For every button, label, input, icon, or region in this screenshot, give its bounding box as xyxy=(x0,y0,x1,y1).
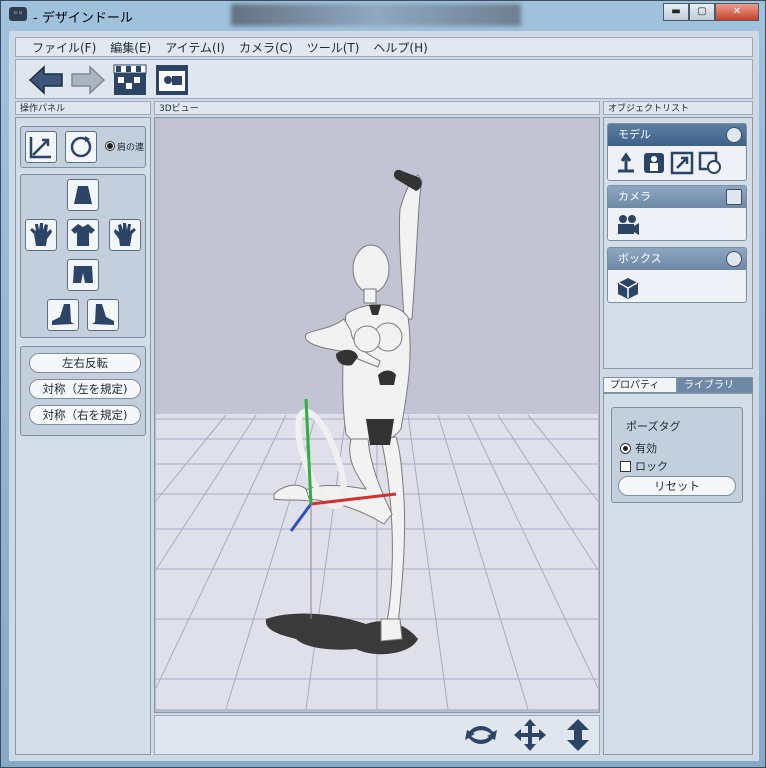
window-title: - デザインドール xyxy=(33,11,133,26)
undo-arrow-icon[interactable] xyxy=(28,63,64,97)
operation-panel: 肩の連 左右反転 対称（左を規定) 対称（右を規定) xyxy=(15,117,151,755)
object-model[interactable]: モデル xyxy=(607,123,747,181)
toolbar xyxy=(15,59,753,99)
skirt-icon[interactable] xyxy=(67,179,99,211)
object-list-title: オブジェクトリスト xyxy=(603,101,753,115)
mirror-right-button[interactable]: 対称（右を規定) xyxy=(29,405,141,425)
right-shoe-icon[interactable] xyxy=(87,299,119,331)
menu-edit[interactable]: 編集(E) xyxy=(110,39,151,56)
object-model-label: モデル xyxy=(618,128,651,141)
menu-help[interactable]: ヘルプ(H) xyxy=(373,39,427,56)
rotate-icon[interactable] xyxy=(463,720,499,754)
lock-label: ロック xyxy=(635,460,668,473)
title-bar-blur xyxy=(231,4,521,26)
viewport-toolbar xyxy=(154,715,600,755)
client-area: ファイル(F) 編集(E) アイテム(I) カメラ(C) ツール(T) ヘルプ(… xyxy=(9,31,759,761)
flip-button[interactable]: 左右反転 xyxy=(29,353,141,373)
pose-tag-group: ポーズタグ 有効 ロック リセット xyxy=(611,407,743,503)
box-visibility-icon[interactable] xyxy=(726,251,742,267)
title-bar: ◦◦ - デザインドール ▬ ▢ ✕ xyxy=(1,1,765,29)
app-window: ◦◦ - デザインドール ▬ ▢ ✕ ファイル(F) 編集(E) アイテム(I)… xyxy=(0,0,766,768)
scale-icon[interactable] xyxy=(670,151,694,175)
redo-arrow-icon[interactable] xyxy=(70,63,106,97)
left-panel-title: 操作パネル xyxy=(15,101,151,115)
object-box-label: ボックス xyxy=(618,252,662,265)
object-camera[interactable]: カメラ xyxy=(607,185,747,241)
tab-properties[interactable]: プロパティ xyxy=(603,377,677,393)
cube-icon[interactable] xyxy=(616,276,640,304)
scene-svg xyxy=(156,169,598,709)
mirror-left-button[interactable]: 対称（左を規定) xyxy=(29,379,141,399)
enabled-label: 有効 xyxy=(635,442,657,455)
body-icon[interactable] xyxy=(642,151,666,175)
doll-figure xyxy=(273,174,423,642)
mode-group: 肩の連 xyxy=(20,126,146,168)
viewport-title: 3Dビュー xyxy=(154,101,600,115)
menu-item[interactable]: アイテム(I) xyxy=(165,39,225,56)
maximize-button[interactable]: ▢ xyxy=(689,3,715,21)
camera-toggle-icon[interactable] xyxy=(726,189,742,205)
doll-icon: ◦◦ xyxy=(9,7,27,21)
camera-film-icon[interactable] xyxy=(154,63,190,97)
move-icon[interactable] xyxy=(513,718,547,756)
right-hand-icon[interactable] xyxy=(109,219,141,251)
menu-camera[interactable]: カメラ(C) xyxy=(239,39,293,56)
shirt-icon[interactable] xyxy=(67,219,99,251)
body-part-group xyxy=(20,174,146,338)
pose-tag-title: ポーズタグ xyxy=(626,420,681,433)
minimize-button[interactable]: ▬ xyxy=(663,3,689,21)
lock-checkbox[interactable]: ロック xyxy=(620,458,668,474)
menu-tools[interactable]: ツール(T) xyxy=(307,39,360,56)
video-camera-icon[interactable] xyxy=(616,214,640,240)
object-camera-label: カメラ xyxy=(618,190,651,203)
symmetry-group: 左右反転 対称（左を規定) 対称（右を規定) xyxy=(20,346,146,436)
close-button[interactable]: ✕ xyxy=(715,3,759,21)
tab-library[interactable]: ライブラリ xyxy=(677,377,753,393)
clapper-film-icon[interactable] xyxy=(112,63,148,97)
z-axis-handle[interactable] xyxy=(289,503,313,532)
3d-viewport[interactable] xyxy=(156,119,598,709)
left-hand-icon[interactable] xyxy=(25,219,57,251)
enabled-radio[interactable]: 有効 xyxy=(620,440,657,456)
reset-button[interactable]: リセット xyxy=(618,476,736,496)
object-box[interactable]: ボックス xyxy=(607,247,747,303)
menu-file[interactable]: ファイル(F) xyxy=(32,39,96,56)
axis-icon[interactable] xyxy=(25,131,57,163)
shorts-icon[interactable] xyxy=(67,259,99,291)
floor-grid xyxy=(156,414,598,709)
shoulder-radio[interactable] xyxy=(105,141,115,151)
rotate-mode-icon[interactable] xyxy=(65,131,97,163)
shoulder-label: 肩の連 xyxy=(117,143,145,153)
left-shoe-icon[interactable] xyxy=(47,299,79,331)
reset-icon[interactable] xyxy=(698,151,722,175)
up-down-icon[interactable] xyxy=(565,718,591,756)
menu-bar: ファイル(F) 編集(E) アイテム(I) カメラ(C) ツール(T) ヘルプ(… xyxy=(15,37,753,57)
visibility-icon[interactable] xyxy=(726,127,742,143)
anchor-icon[interactable] xyxy=(614,151,638,175)
